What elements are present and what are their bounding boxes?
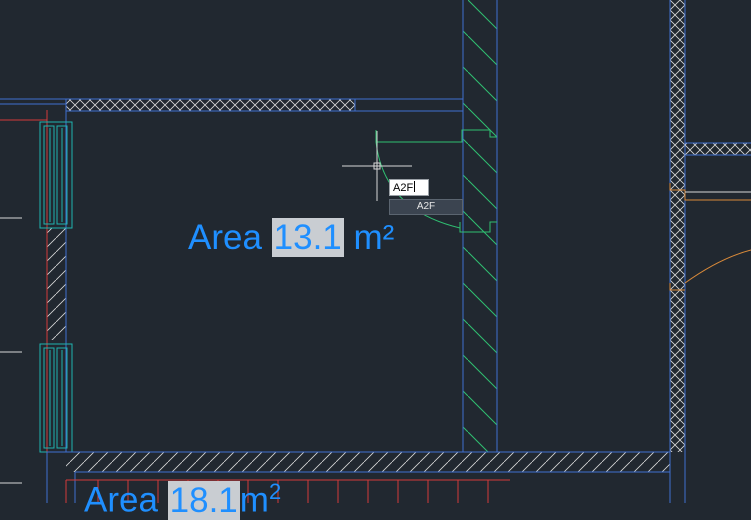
area-unit-lower: m <box>239 480 269 520</box>
dynamic-input-value: A2F <box>393 182 414 194</box>
area-value-field-lower[interactable]: 18.1 <box>167 480 240 520</box>
partition-wall[interactable] <box>462 0 498 452</box>
autocomplete-suggestion[interactable]: A2F <box>389 199 463 215</box>
area-unit: m² <box>343 218 395 257</box>
area-label-prefix: Area <box>188 218 272 257</box>
area-value-field[interactable]: 13.1 <box>271 218 344 257</box>
area-label-prefix-lower: Area <box>84 480 168 520</box>
dynamic-input-field[interactable]: A2F <box>389 179 429 196</box>
room-area-label[interactable]: Area 13.1 m² <box>188 218 395 257</box>
room-area-label-lower[interactable]: Area 18.1m2 <box>84 479 282 520</box>
area-unit-superscript: 2 <box>268 479 282 504</box>
text-caret <box>414 181 416 192</box>
